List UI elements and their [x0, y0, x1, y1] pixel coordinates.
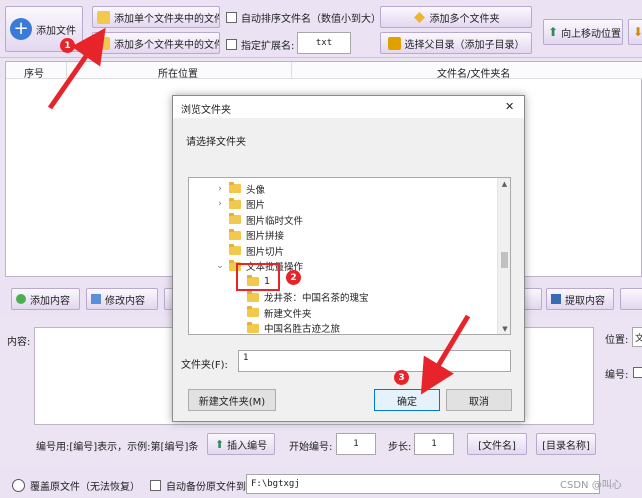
arrow-3 — [420, 314, 471, 395]
arrow-1 — [47, 27, 106, 110]
highlight-box — [236, 263, 280, 291]
annotation-badge-3: 3 — [394, 370, 409, 385]
annotation-arrows — [47, 27, 471, 395]
annotation-badge-2: 2 — [286, 270, 301, 285]
annotation-badge-1: 1 — [60, 38, 75, 53]
